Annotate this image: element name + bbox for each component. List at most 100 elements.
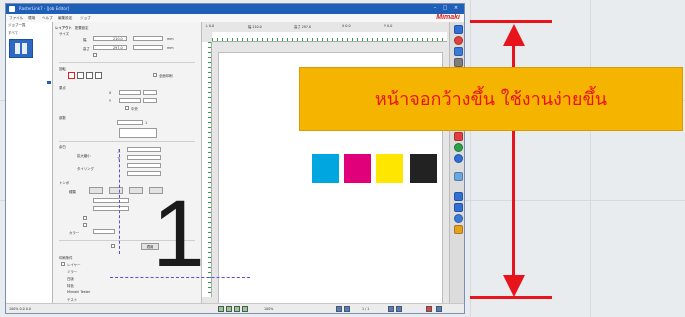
arrow-up-head: [503, 24, 525, 46]
selection-marker: [47, 81, 51, 84]
option-label-6: テスト: [67, 298, 78, 302]
status-text: 100% 0.0 0.0: [9, 307, 32, 311]
unit-label: mm: [167, 37, 174, 41]
copies-options[interactable]: [119, 128, 157, 138]
divider: [59, 62, 195, 63]
menu-item-job[interactable]: ジョブ: [80, 16, 91, 21]
unit-label-2: mm: [167, 46, 174, 50]
width-field-2[interactable]: [133, 36, 163, 41]
mark-size-field[interactable]: [93, 198, 129, 203]
move-tool-icon[interactable]: [454, 47, 463, 56]
maximize-button[interactable]: □: [441, 5, 449, 11]
zoom-value[interactable]: 100%: [264, 307, 273, 311]
magenta-swatch: [344, 154, 371, 183]
mark-option-checkbox-2[interactable]: [83, 223, 87, 227]
status-bar: 100% 0.0 0.0 100% 1 / 1: [6, 303, 464, 313]
margin-bottom-field[interactable]: [127, 155, 161, 160]
guide-vertical: [119, 149, 120, 254]
document-tool-icon[interactable]: [454, 203, 463, 212]
zoom-100-icon[interactable]: [242, 306, 248, 312]
last-page-icon[interactable]: [396, 306, 402, 312]
mark-option-checkbox-1[interactable]: [83, 216, 87, 220]
job-thumbnail[interactable]: [9, 39, 33, 58]
margin-top-field[interactable]: [127, 147, 161, 152]
zoom-out-icon[interactable]: [234, 306, 240, 312]
option-checkbox-1[interactable]: [61, 262, 65, 266]
refresh-icon[interactable]: [454, 143, 463, 152]
export-icon[interactable]: [436, 306, 442, 312]
height-field-2[interactable]: [133, 45, 163, 50]
zoom-fit-icon[interactable]: [218, 306, 224, 312]
rotate-270-button[interactable]: [95, 72, 102, 79]
select-tool-icon[interactable]: [454, 25, 463, 34]
mark-type-2-button[interactable]: [109, 187, 123, 194]
info-l: L 0.0: [206, 24, 215, 28]
option-label-4: 特色: [67, 284, 74, 288]
color-field[interactable]: [93, 229, 115, 234]
origin-label: 原点: [59, 86, 66, 90]
arrow-top-line: [470, 20, 552, 23]
brand-logo: Mimaki: [436, 14, 460, 21]
zoom-in-icon[interactable]: [226, 306, 232, 312]
width-label: 幅: [83, 38, 87, 42]
menu-item-edit-settings[interactable]: 編集設定: [58, 16, 72, 21]
black-swatch: [410, 154, 437, 183]
menu-item-help[interactable]: ヘルプ: [42, 16, 53, 21]
print-icon[interactable]: [426, 306, 432, 312]
fit-checkbox[interactable]: [153, 73, 157, 77]
info-icon[interactable]: [454, 214, 463, 223]
close-button[interactable]: ×: [452, 5, 460, 11]
section-layout: レイアウト: [55, 26, 72, 30]
grid-tool-icon[interactable]: [454, 58, 463, 67]
right-toolbar: [449, 22, 464, 303]
copies-field[interactable]: [117, 120, 143, 125]
page-indicator[interactable]: 1 / 1: [362, 307, 369, 311]
option-label-5: Mimaki Tester: [67, 290, 91, 294]
star-icon[interactable]: [454, 225, 463, 234]
cut-tool-icon[interactable]: [454, 172, 463, 181]
menu-item-file[interactable]: ファイル: [9, 16, 23, 21]
center-label: 中央: [131, 107, 138, 111]
color-label: カラー: [69, 231, 80, 235]
job-list-panel: ジョブ一覧 すべて: [6, 22, 53, 303]
promo-banner: หน้าจอกว้างขึ้น ใช้งานง่ายขึ้น: [299, 67, 683, 131]
mark-type-label: 種類: [69, 190, 76, 194]
x-label: X: [109, 91, 112, 95]
width-value: 210.0: [113, 37, 123, 41]
apply-checkbox[interactable]: [111, 244, 115, 248]
title-bar: RasterLink7 - [Job Editor] – □ ×: [6, 4, 464, 14]
rotate-90-button[interactable]: [77, 72, 84, 79]
print-tool-icon[interactable]: [454, 192, 463, 201]
rotate-0-button[interactable]: [68, 72, 75, 79]
mark-type-3-button[interactable]: [129, 187, 143, 194]
minimize-button[interactable]: –: [431, 5, 439, 11]
mark-label: トンボ: [59, 181, 70, 185]
job-list-tab[interactable]: すべて: [8, 31, 18, 36]
mark-offset-field[interactable]: [93, 206, 129, 211]
first-page-icon[interactable]: [336, 306, 342, 312]
arrow-down-head: [503, 275, 525, 297]
horizontal-ruler: [212, 32, 447, 42]
center-checkbox[interactable]: [125, 106, 129, 110]
divider-2: [59, 141, 195, 142]
prev-page-icon[interactable]: [344, 306, 350, 312]
next-page-icon[interactable]: [388, 306, 394, 312]
scale-label: 拡大縮小: [77, 154, 91, 158]
menu-item-environment[interactable]: 環境: [28, 16, 35, 21]
mark-type-1-button[interactable]: [89, 187, 103, 194]
no-entry-icon[interactable]: [454, 36, 463, 45]
print-conditions-label: 印刷条件: [59, 256, 73, 260]
keep-ratio-checkbox[interactable]: [93, 53, 97, 57]
globe-icon[interactable]: [454, 154, 463, 163]
rotate-180-button[interactable]: [86, 72, 93, 79]
tab-placement[interactable]: 配置設定: [75, 25, 89, 30]
x-spinner[interactable]: [143, 90, 157, 95]
color-tool-icon[interactable]: [454, 132, 463, 141]
page-content-number: 1: [152, 181, 205, 287]
tile-field[interactable]: [127, 163, 161, 168]
info-y: Y 0.0: [384, 24, 393, 28]
tile-field-2[interactable]: [127, 171, 161, 176]
x-field[interactable]: [119, 90, 141, 95]
y-spinner[interactable]: [143, 98, 157, 103]
y-field[interactable]: [119, 98, 141, 103]
